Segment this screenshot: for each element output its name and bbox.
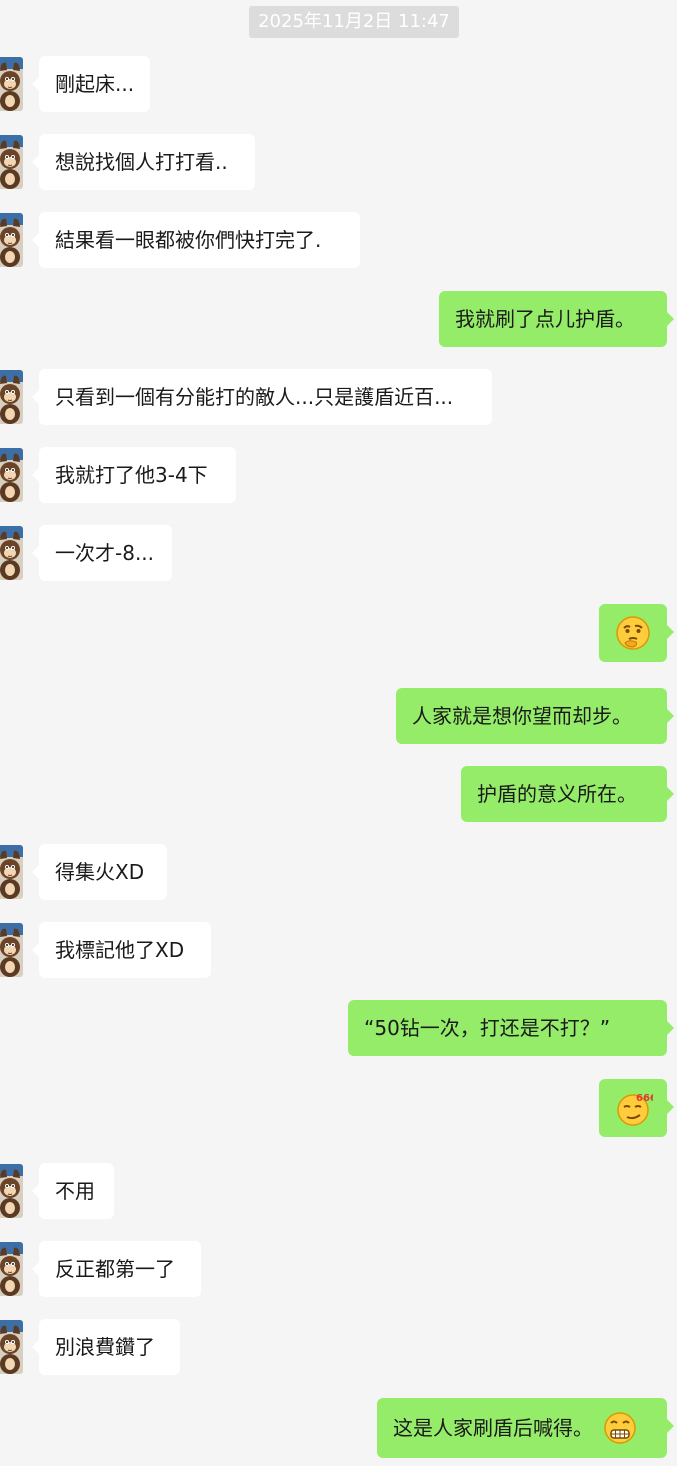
message-text: 反正都第一了 (55, 1257, 175, 1281)
contact-avatar[interactable] (0, 1242, 23, 1296)
message-bubble-incoming[interactable]: 只看到一個有分能打的敵人...只是護盾近百... (32, 369, 492, 425)
message-bubble-incoming[interactable]: 結果看一眼都被你們快打完了. (32, 212, 360, 268)
avatar-character-icon (0, 135, 23, 189)
message-bubble-incoming[interactable]: 得集火XD (32, 844, 167, 900)
thinking-face-emoji-icon (616, 616, 650, 650)
contact-avatar[interactable] (0, 923, 23, 977)
avatar-character-icon (0, 370, 23, 424)
message-bubble-incoming[interactable]: 我就打了他3-4下 (32, 447, 236, 503)
message-text: 別浪費鑽了 (55, 1335, 155, 1359)
message-text: 結果看一眼都被你們快打完了. (55, 228, 322, 252)
message-text: 剛起床... (55, 72, 135, 96)
message-bubble-incoming[interactable]: 一次才-8... (32, 525, 172, 581)
contact-avatar[interactable] (0, 1164, 23, 1218)
timestamp-label: 2025年11月2日 11:47 (249, 6, 459, 38)
message-bubble-outgoing[interactable]: “50钻一次，打还是不打？” (348, 1000, 674, 1056)
contact-avatar[interactable] (0, 213, 23, 267)
avatar-character-icon (0, 923, 23, 977)
message-text: 只看到一個有分能打的敵人...只是護盾近百... (55, 385, 454, 409)
message-bubble-outgoing[interactable]: 666 (599, 1079, 674, 1137)
avatar-character-icon (0, 526, 23, 580)
avatar-character-icon (0, 448, 23, 502)
emoji-666-text: 666 (636, 1093, 653, 1104)
message-bubble-outgoing[interactable]: 人家就是想你望而却步。 (396, 688, 674, 744)
message-bubble-outgoing[interactable]: 我就刷了点儿护盾。 (439, 291, 674, 347)
contact-avatar[interactable] (0, 845, 23, 899)
message-text: 一次才-8... (55, 541, 155, 565)
message-text: 我標記他了XD (55, 938, 185, 962)
avatar-character-icon (0, 57, 23, 111)
message-text: 护盾的意义所在。 (477, 782, 637, 806)
message-bubble-incoming[interactable]: 剛起床... (32, 56, 150, 112)
message-text: 想說找個人打打看.. (55, 150, 228, 174)
message-bubble-outgoing[interactable]: 这是人家刷盾后喊得。 (377, 1398, 674, 1458)
message-text: 我就刷了点儿护盾。 (455, 307, 635, 331)
message-bubble-incoming[interactable]: 別浪費鑽了 (32, 1319, 180, 1375)
avatar-character-icon (0, 1242, 23, 1296)
contact-avatar[interactable] (0, 526, 23, 580)
message-bubble-incoming[interactable]: 我標記他了XD (32, 922, 211, 978)
message-bubble-incoming[interactable]: 反正都第一了 (32, 1241, 201, 1297)
message-bubble-outgoing[interactable]: 护盾的意义所在。 (461, 766, 674, 822)
message-text: 不用 (55, 1179, 95, 1203)
message-text: 这是人家刷盾后喊得。 (393, 1416, 593, 1440)
contact-avatar[interactable] (0, 370, 23, 424)
message-bubble-incoming[interactable]: 不用 (32, 1163, 114, 1219)
avatar-character-icon (0, 1164, 23, 1218)
message-text: 人家就是想你望而却步。 (412, 704, 632, 728)
avatar-character-icon (0, 1320, 23, 1374)
message-text: “50钻一次，打还是不打？” (364, 1016, 611, 1040)
message-text: 得集火XD (55, 860, 145, 884)
chat-area: 2025年11月2日 11:47 剛起床... 想說找個人打打看.. 結果看一眼… (0, 0, 677, 1466)
smirk-666-emoji-icon: 666 (617, 1093, 653, 1126)
message-bubble-incoming[interactable]: 想說找個人打打看.. (32, 134, 255, 190)
contact-avatar[interactable] (0, 1320, 23, 1374)
contact-avatar[interactable] (0, 57, 23, 111)
grimacing-face-emoji-icon (604, 1411, 637, 1444)
avatar-character-icon (0, 213, 23, 267)
avatar-character-icon (0, 845, 23, 899)
message-text: 我就打了他3-4下 (55, 463, 208, 487)
contact-avatar[interactable] (0, 135, 23, 189)
message-bubble-outgoing[interactable] (599, 604, 674, 662)
contact-avatar[interactable] (0, 448, 23, 502)
